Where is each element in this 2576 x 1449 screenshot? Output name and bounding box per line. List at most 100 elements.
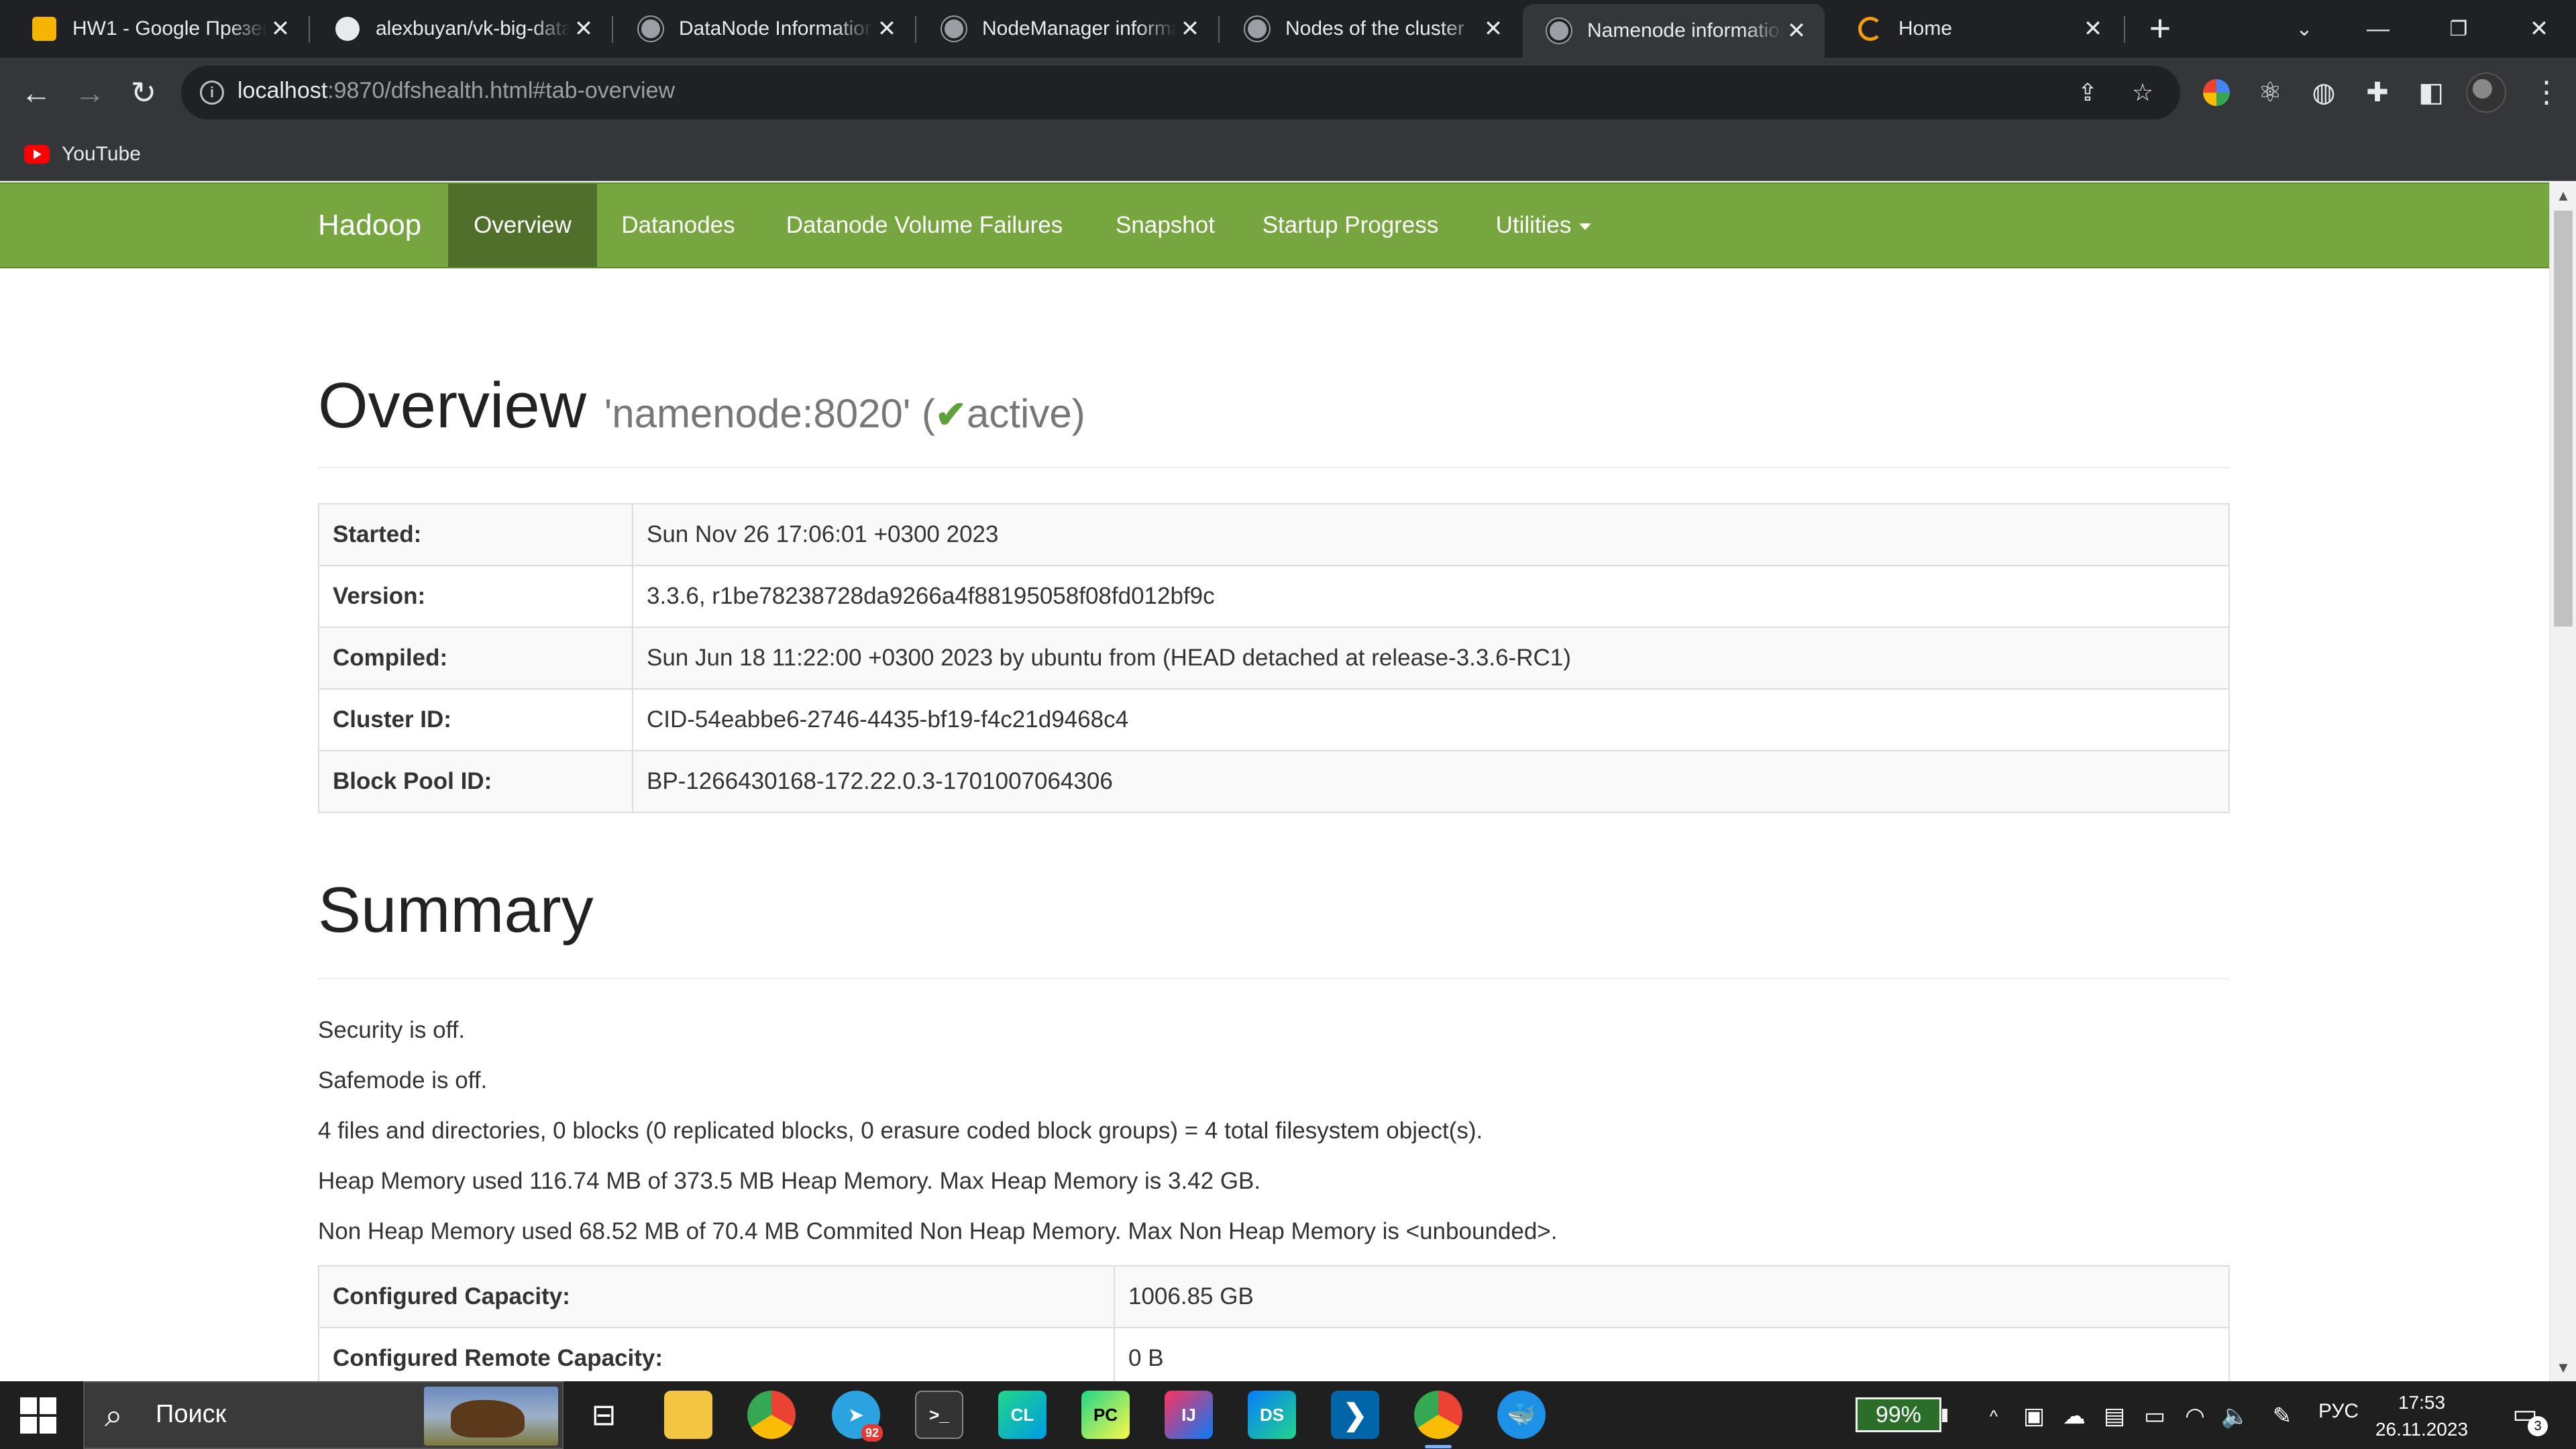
globe-icon [1245,17,1269,41]
reload-icon[interactable]: ↻ [123,72,164,113]
summary-capacity-table: Configured Capacity: 1006.85 GB Configure… [318,1265,2230,1381]
caret-down-icon [1579,223,1592,230]
tab-hw1-slides[interactable]: HW1 - Google Презентации ✕ [0,0,309,58]
back-arrow-icon[interactable]: ← [16,72,56,113]
row-value: 1006.85 GB [1114,1265,2230,1328]
file-explorer-icon[interactable] [664,1391,712,1439]
windows-start-icon[interactable] [20,1397,56,1434]
security-status-text: Security is off. [318,1017,466,1043]
react-devtools-icon[interactable]: ⚛ [2253,75,2288,110]
row-key: Compiled: [318,627,633,690]
system-clock[interactable]: 17:53 26.11.2023 [2368,1389,2475,1443]
nav-datanodes[interactable]: Datanodes [597,184,759,267]
docker-icon[interactable]: 🐳 [1497,1391,1546,1439]
close-tab-icon[interactable]: ✕ [570,15,597,42]
tab-title: alexbuyan/vk-big-data [376,17,570,40]
pen-icon[interactable]: ✎ [2267,1401,2297,1431]
nav-overview[interactable]: Overview [448,184,597,267]
profile-avatar[interactable] [2466,72,2506,113]
display-icon[interactable]: ▤ [2100,1401,2129,1431]
close-tab-icon[interactable]: ✕ [1480,15,1507,42]
nav-startup-progress[interactable]: Startup Progress [1241,184,1460,267]
tab-datanode[interactable]: DataNode Information ✕ [606,0,915,58]
google-extension-icon[interactable] [2203,79,2230,106]
row-key: Configured Remote Capacity: [318,1327,1115,1381]
chrome-menu-icon[interactable]: ⋮ [2532,72,2561,113]
bookmark-star-icon[interactable]: ☆ [2129,79,2156,106]
input-language[interactable]: РУС [2318,1400,2359,1423]
tab-search-chevron-icon[interactable]: ⌄ [2267,0,2341,58]
minimize-icon[interactable]: — [2341,0,2415,58]
vscode-icon[interactable]: ❯ [1331,1391,1379,1439]
summary-heading: Summary [318,874,594,946]
tab-nodes-cluster[interactable]: Nodes of the cluster ✕ [1213,0,1521,58]
bookmark-youtube[interactable]: YouTube [24,140,141,169]
share-icon[interactable]: ⇪ [2074,79,2101,106]
wifi-icon[interactable]: ◠ [2180,1401,2210,1431]
volume-icon[interactable]: 🔈 [2220,1401,2250,1431]
namenode-address: 'namenode:8020' [604,391,911,436]
address-bar[interactable]: i localhost:9870/dfshealth.html#tab-over… [181,66,2180,119]
row-key: Started: [318,503,633,566]
page-scrollbar[interactable]: ▲ ▼ [2549,182,2576,1381]
hadoop-brand[interactable]: Hadoop [318,184,421,267]
close-tab-icon[interactable]: ✕ [2080,15,2106,42]
page-viewport: Hadoop Overview Datanodes Datanode Volum… [0,182,2576,1381]
teams-icon[interactable]: ▣ [2019,1401,2049,1431]
globe-icon [1547,19,1571,43]
clion-icon[interactable]: CL [998,1391,1046,1439]
tab-title: Home [1898,17,1953,40]
chrome-icon[interactable] [747,1391,796,1439]
side-panel-icon[interactable]: ◧ [2414,75,2449,110]
chrome-active-icon[interactable] [1414,1391,1462,1448]
nav-utilities-dropdown[interactable]: Utilities [1460,184,1627,267]
onedrive-cloud-icon[interactable]: ☁ [2059,1401,2089,1431]
tab-home[interactable]: Home ✕ [1826,0,2121,58]
terminal-icon[interactable]: >_ [915,1391,963,1439]
scrollbar-thumb[interactable] [2554,211,2573,627]
taskbar-search[interactable]: ⌕ Поиск [83,1381,564,1449]
loading-spinner-icon [1858,17,1882,41]
slides-icon [32,17,56,41]
close-tab-icon[interactable]: ✕ [1783,17,1810,44]
extensions-puzzle-icon[interactable]: ✚ [2360,75,2395,110]
dataspell-icon[interactable]: DS [1248,1391,1296,1439]
pycharm-icon[interactable]: PC [1081,1391,1130,1439]
close-tab-icon[interactable]: ✕ [1177,15,1203,42]
new-tab-button[interactable]: + [2140,8,2180,48]
table-row: Block Pool ID: BP-1266430168-172.22.0.3-1… [318,750,2230,813]
scroll-up-arrow-icon[interactable]: ▲ [2550,182,2576,209]
url-text[interactable]: localhost:9870/dfshealth.html#tab-overvi… [237,78,675,104]
url-host: localhost [237,78,328,103]
battery-icon[interactable]: ▭ [2140,1401,2169,1431]
namenode-status: active) [966,391,1085,436]
close-tab-icon[interactable]: ✕ [873,15,900,42]
row-key: Cluster ID: [318,688,633,751]
row-value: 0 B [1114,1327,2230,1381]
tab-title: HW1 - Google Презентации [72,17,267,40]
bookmark-label: YouTube [62,143,141,165]
tab-namenode-active[interactable]: Namenode information ✕ [1523,4,1825,58]
battery-indicator[interactable]: 99% [1856,1397,1947,1432]
notification-count: 3 [2528,1416,2548,1436]
tab-github[interactable]: alexbuyan/vk-big-data ✕ [303,0,612,58]
scroll-down-arrow-icon[interactable]: ▼ [2550,1354,2576,1381]
row-value: CID-54eabbe6-2746-4435-bf19-f4c21d9468c4 [632,688,2230,751]
restore-icon[interactable]: ❐ [2422,0,2496,58]
tab-nodemanager[interactable]: NodeManager information ✕ [910,0,1218,58]
non-heap-memory-text: Non Heap Memory used 68.52 MB of 70.4 MB… [318,1218,1558,1244]
show-hidden-icons-chevron-icon[interactable]: ^ [1979,1401,2008,1431]
forward-arrow-icon[interactable]: → [70,72,110,113]
window-close-icon[interactable]: ✕ [2502,0,2576,58]
intellij-icon[interactable]: IJ [1165,1391,1213,1439]
unread-badge: 92 [861,1424,883,1442]
telegram-icon[interactable]: ➤ 92 [832,1391,883,1442]
task-view-icon[interactable]: ⊟ [580,1391,628,1439]
nav-datanode-volume-failures[interactable]: Datanode Volume Failures [759,184,1089,267]
vpn-globe-icon[interactable]: ◍ [2306,75,2341,110]
site-info-icon[interactable]: i [200,80,224,105]
clock-time: 17:53 [2398,1392,2446,1413]
close-tab-icon[interactable]: ✕ [267,15,294,42]
nav-snapshot[interactable]: Snapshot [1089,184,1241,267]
notification-center-icon[interactable]: ▭ 3 [2509,1399,2548,1436]
